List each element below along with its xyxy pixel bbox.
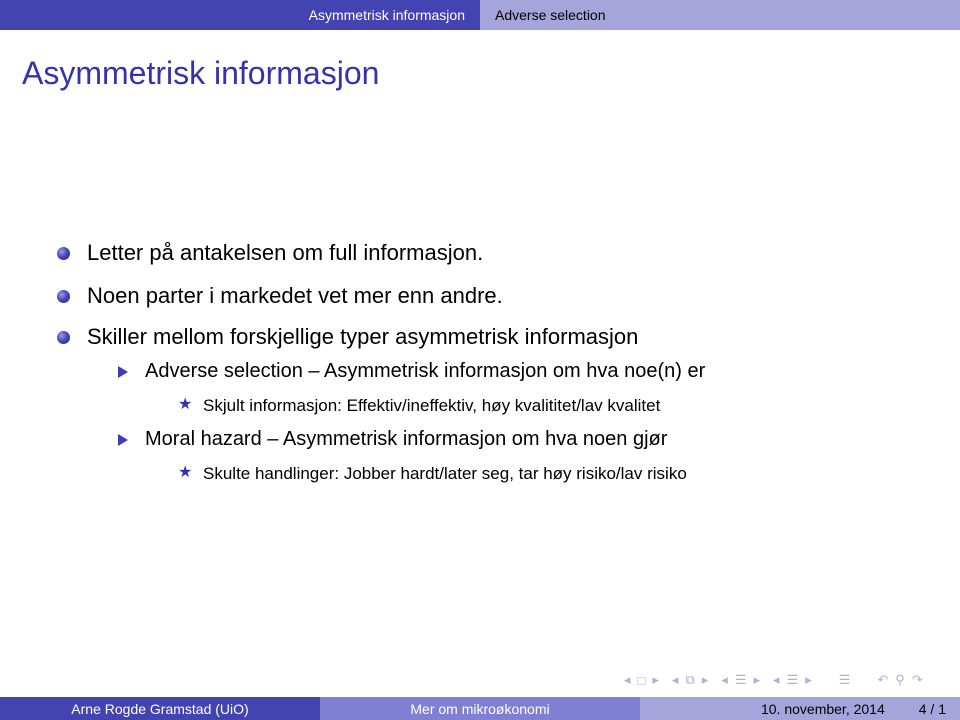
doc-icon[interactable]: ☰ xyxy=(787,672,799,688)
footer-author: Arne Rogde Gramstad (UiO) xyxy=(0,697,320,720)
triangle-bullet-icon xyxy=(118,434,128,446)
section-icon[interactable]: ☰ xyxy=(735,672,747,688)
beamer-navigation: ◂ □ ▸ ◂ ⧉ ▸ ◂ ☰ ▸ ◂ ☰ ▸ ☰ ↶ ⚲ ↷ xyxy=(624,672,923,688)
sub-bullet-item: Moral hazard – Asymmetrisk informasjon o… xyxy=(145,428,668,450)
prev-section-icon[interactable]: ◂ xyxy=(721,672,728,688)
date-label: 10. november, 2014 xyxy=(760,700,885,717)
next-subsection-icon[interactable]: ▸ xyxy=(702,672,709,688)
bullet-item: Noen parter i markedet vet mer enn andre… xyxy=(87,283,503,308)
footer-title: Mer om mikroøkonomi xyxy=(320,697,640,720)
section-label-active: Asymmetrisk informasjon xyxy=(308,7,465,23)
ball-bullet-icon xyxy=(57,247,70,260)
frame-icon[interactable]: □ xyxy=(638,673,646,688)
ball-bullet-icon xyxy=(57,331,70,344)
prev-frame-icon[interactable]: ◂ xyxy=(624,672,631,688)
title-label: Mer om mikroøkonomi xyxy=(410,700,550,717)
subsub-bullet-item: Skulte handlinger: Jobber hardt/later se… xyxy=(203,464,687,483)
next-section-icon[interactable]: ▸ xyxy=(753,672,760,688)
star-bullet-icon: ★ xyxy=(178,396,193,413)
nav-section-next[interactable]: Adverse selection xyxy=(480,0,960,30)
bullet-item: Letter på antakelsen om full informasjon… xyxy=(87,240,484,265)
next-frame-icon[interactable]: ▸ xyxy=(652,672,659,688)
prev-doc-icon[interactable]: ◂ xyxy=(773,672,780,688)
nav-section-active[interactable]: Asymmetrisk informasjon xyxy=(0,0,480,30)
bullet-item: Skiller mellom forskjellige typer asymme… xyxy=(87,324,639,349)
header-bar: Asymmetrisk informasjon Adverse selectio… xyxy=(0,0,960,30)
frame-title: Asymmetrisk informasjon xyxy=(22,55,380,91)
sub-bullet-item: Adverse selection – Asymmetrisk informas… xyxy=(145,360,706,382)
forward-icon[interactable]: ↷ xyxy=(912,672,923,688)
author-label: Arne Rogde Gramstad (UiO) xyxy=(71,700,249,717)
section-label-next: Adverse selection xyxy=(495,7,606,23)
page-number: 4 / 1 xyxy=(918,700,946,717)
footer-bar: Arne Rogde Gramstad (UiO) Mer om mikroøk… xyxy=(0,697,960,720)
ball-bullet-icon xyxy=(57,290,70,303)
triangle-bullet-icon xyxy=(118,366,128,378)
align-icon[interactable]: ☰ xyxy=(839,672,851,688)
prev-subsection-icon[interactable]: ◂ xyxy=(672,672,679,688)
footer-date-page: 10. november, 2014 4 / 1 xyxy=(640,697,960,720)
subsection-icon[interactable]: ⧉ xyxy=(685,672,694,688)
star-bullet-icon: ★ xyxy=(178,464,193,481)
search-icon[interactable]: ⚲ xyxy=(895,672,905,688)
subsub-bullet-item: Skjult informasjon: Effektiv/ineffektiv,… xyxy=(203,396,661,415)
next-doc-icon[interactable]: ▸ xyxy=(805,672,812,688)
back-icon[interactable]: ↶ xyxy=(877,672,888,688)
